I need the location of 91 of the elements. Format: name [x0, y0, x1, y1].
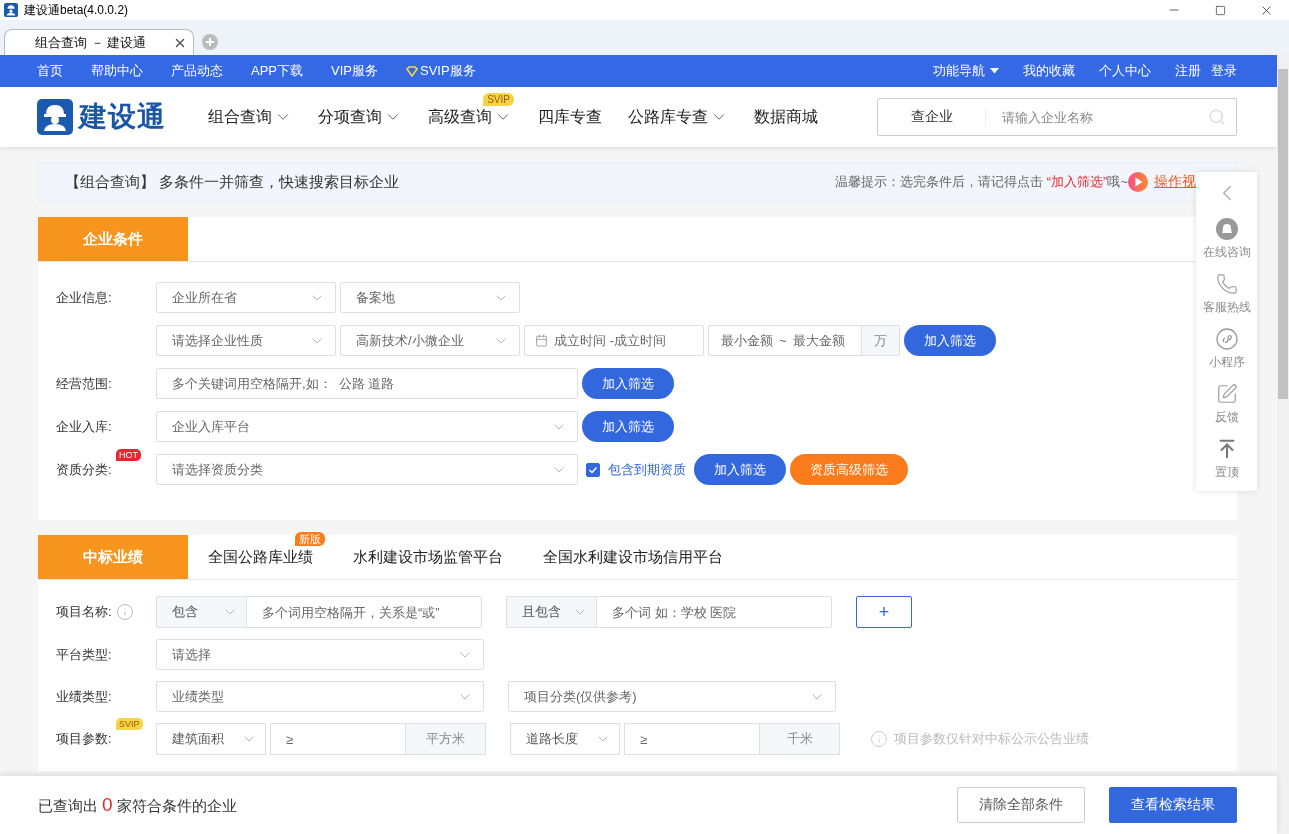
- add-filter-button[interactable]: 加入筛选: [904, 325, 996, 356]
- row-label: 平台类型:: [56, 645, 112, 664]
- add-button[interactable]: +: [856, 596, 912, 628]
- result-count-text: 已查询出 0 家符合条件的企业: [38, 794, 238, 816]
- nav-link[interactable]: 个人中心: [1099, 62, 1151, 80]
- keyword-combo-field[interactable]: 且包含 多个词 如：学校 医院: [506, 596, 832, 628]
- notice-tip: 温馨提示：选完条件后，请记得点击 “加入筛选”哦~: [835, 173, 1128, 191]
- link-circle-icon: [1215, 328, 1238, 350]
- main-nav-item[interactable]: 分项查询: [318, 106, 402, 128]
- select-field[interactable]: 企业所在省: [156, 282, 336, 313]
- amount-range-field[interactable]: 最小金额 ~ 最大金额 万: [708, 325, 900, 356]
- nav-link[interactable]: APP下载: [251, 62, 303, 80]
- add-filter-button[interactable]: 加入筛选: [694, 454, 786, 485]
- clear-button[interactable]: 清除全部条件: [957, 787, 1085, 823]
- new-tab-icon[interactable]: [202, 34, 218, 50]
- select-field[interactable]: 请选择资质分类: [156, 454, 578, 485]
- nav-link[interactable]: 注册: [1175, 62, 1201, 80]
- window-title: 建设通beta(4.0.0.2): [24, 1, 130, 19]
- svip-badge: SVIP: [116, 718, 143, 730]
- play-icon: [1128, 172, 1148, 192]
- hot-badge: HOT: [116, 448, 141, 461]
- add-filter-button[interactable]: 加入筛选: [582, 368, 674, 399]
- main-nav-item[interactable]: 数据商城: [754, 106, 818, 128]
- checkbox[interactable]: 包含到期资质: [586, 460, 686, 479]
- side-panel-item[interactable]: 反馈: [1214, 383, 1239, 426]
- nav-link[interactable]: 登录: [1211, 62, 1237, 80]
- parameter-field[interactable]: 道路长度 ≥ 千米: [510, 723, 840, 755]
- select-field[interactable]: 企业入库平台: [156, 411, 578, 442]
- parameter-field[interactable]: 建筑面积 ≥ 平方米: [156, 723, 486, 755]
- check-icon: [588, 464, 598, 475]
- match-select[interactable]: 包含: [157, 597, 247, 627]
- section-tab[interactable]: 全国水利建设市场信用平台: [523, 548, 743, 566]
- main-nav-item[interactable]: 高级查询: [428, 106, 512, 128]
- select-field[interactable]: 请选择企业性质: [156, 325, 336, 356]
- side-panel-item[interactable]: 置顶: [1214, 438, 1239, 481]
- parameter-select[interactable]: 建筑面积: [156, 723, 266, 755]
- calendar-icon: [535, 334, 548, 347]
- new-badge: 新版: [295, 532, 325, 546]
- diamond-icon: [406, 65, 418, 77]
- keyword-input[interactable]: 多个关键词用空格隔开,如： 公路 道路: [156, 368, 578, 399]
- search-field[interactable]: 查企业 请输入企业名称: [877, 98, 1237, 136]
- keyword-combo-field[interactable]: 包含 多个词用空格隔开，关系是“或”: [156, 596, 482, 628]
- select-field[interactable]: 项目分类(仅供参考): [508, 681, 836, 712]
- match-select[interactable]: 且包含: [507, 597, 597, 627]
- nav-link[interactable]: 产品动态: [171, 62, 223, 80]
- notice-title: 【组合查询】 多条件一并筛查，快速搜索目标企业: [65, 172, 401, 192]
- nav-link[interactable]: VIP服务: [331, 62, 378, 80]
- info-icon: [870, 730, 888, 748]
- svip-badge: SVIP: [483, 92, 514, 106]
- row-label: 业绩类型:: [56, 687, 112, 706]
- select-field[interactable]: 高新技术/小微企业: [340, 325, 520, 356]
- logo-text: 建设通: [79, 100, 166, 134]
- app-logo-icon: [4, 3, 18, 17]
- select-field[interactable]: 备案地: [340, 282, 520, 313]
- bell-icon: [1215, 218, 1238, 240]
- maximize-icon[interactable]: [1214, 4, 1226, 16]
- add-filter-button[interactable]: 加入筛选: [582, 411, 674, 442]
- side-panel-item[interactable]: 小程序: [1208, 328, 1245, 371]
- select-field[interactable]: 业绩类型: [156, 681, 484, 712]
- view-results-button[interactable]: 查看检索结果: [1109, 787, 1237, 823]
- row-label: 项目名称:: [56, 603, 112, 621]
- parameter-note: 项目参数仅针对中标公示公告业绩: [894, 730, 1089, 748]
- parameter-select[interactable]: 道路长度: [510, 723, 620, 755]
- nav-link[interactable]: 我的收藏: [1023, 62, 1075, 80]
- edit-icon: [1215, 383, 1238, 405]
- logo-icon: [37, 99, 73, 135]
- unit-label: 万: [861, 326, 899, 355]
- side-panel-item[interactable]: 客服热线: [1202, 273, 1251, 316]
- nav-link[interactable]: 帮助中心: [91, 62, 143, 80]
- row-label: 项目参数:: [56, 730, 112, 748]
- nav-link[interactable]: 首页: [37, 62, 63, 80]
- row-label: 资质分类:: [56, 460, 112, 479]
- search-icon[interactable]: [1208, 108, 1226, 126]
- browser-tab[interactable]: 组合查询 － 建设通: [4, 29, 194, 55]
- main-nav-item[interactable]: 公路库专查: [628, 106, 728, 128]
- nav-link[interactable]: 功能导航: [933, 62, 999, 80]
- date-range-field[interactable]: 成立时间 -成立时间: [524, 325, 704, 356]
- side-panel-item[interactable]: 在线咨询: [1202, 218, 1251, 261]
- scrollbar[interactable]: [1277, 55, 1289, 834]
- caret-down-icon: [990, 68, 999, 74]
- nav-link[interactable]: SVIP服务: [406, 62, 476, 80]
- phone-icon: [1215, 273, 1238, 295]
- section-tab[interactable]: 水利建设市场监管平台: [333, 548, 523, 566]
- video-link[interactable]: 操作视: [1154, 173, 1196, 191]
- select-field[interactable]: 请选择: [156, 639, 484, 670]
- main-nav-item[interactable]: 四库专查: [538, 106, 602, 128]
- row-label: 企业入库:: [56, 417, 112, 436]
- section-tab[interactable]: 全国公路库业绩: [188, 548, 333, 566]
- row-label: 企业信息:: [56, 288, 112, 307]
- row-label: 经营范围:: [56, 374, 112, 393]
- main-nav-item[interactable]: 组合查询: [208, 106, 292, 128]
